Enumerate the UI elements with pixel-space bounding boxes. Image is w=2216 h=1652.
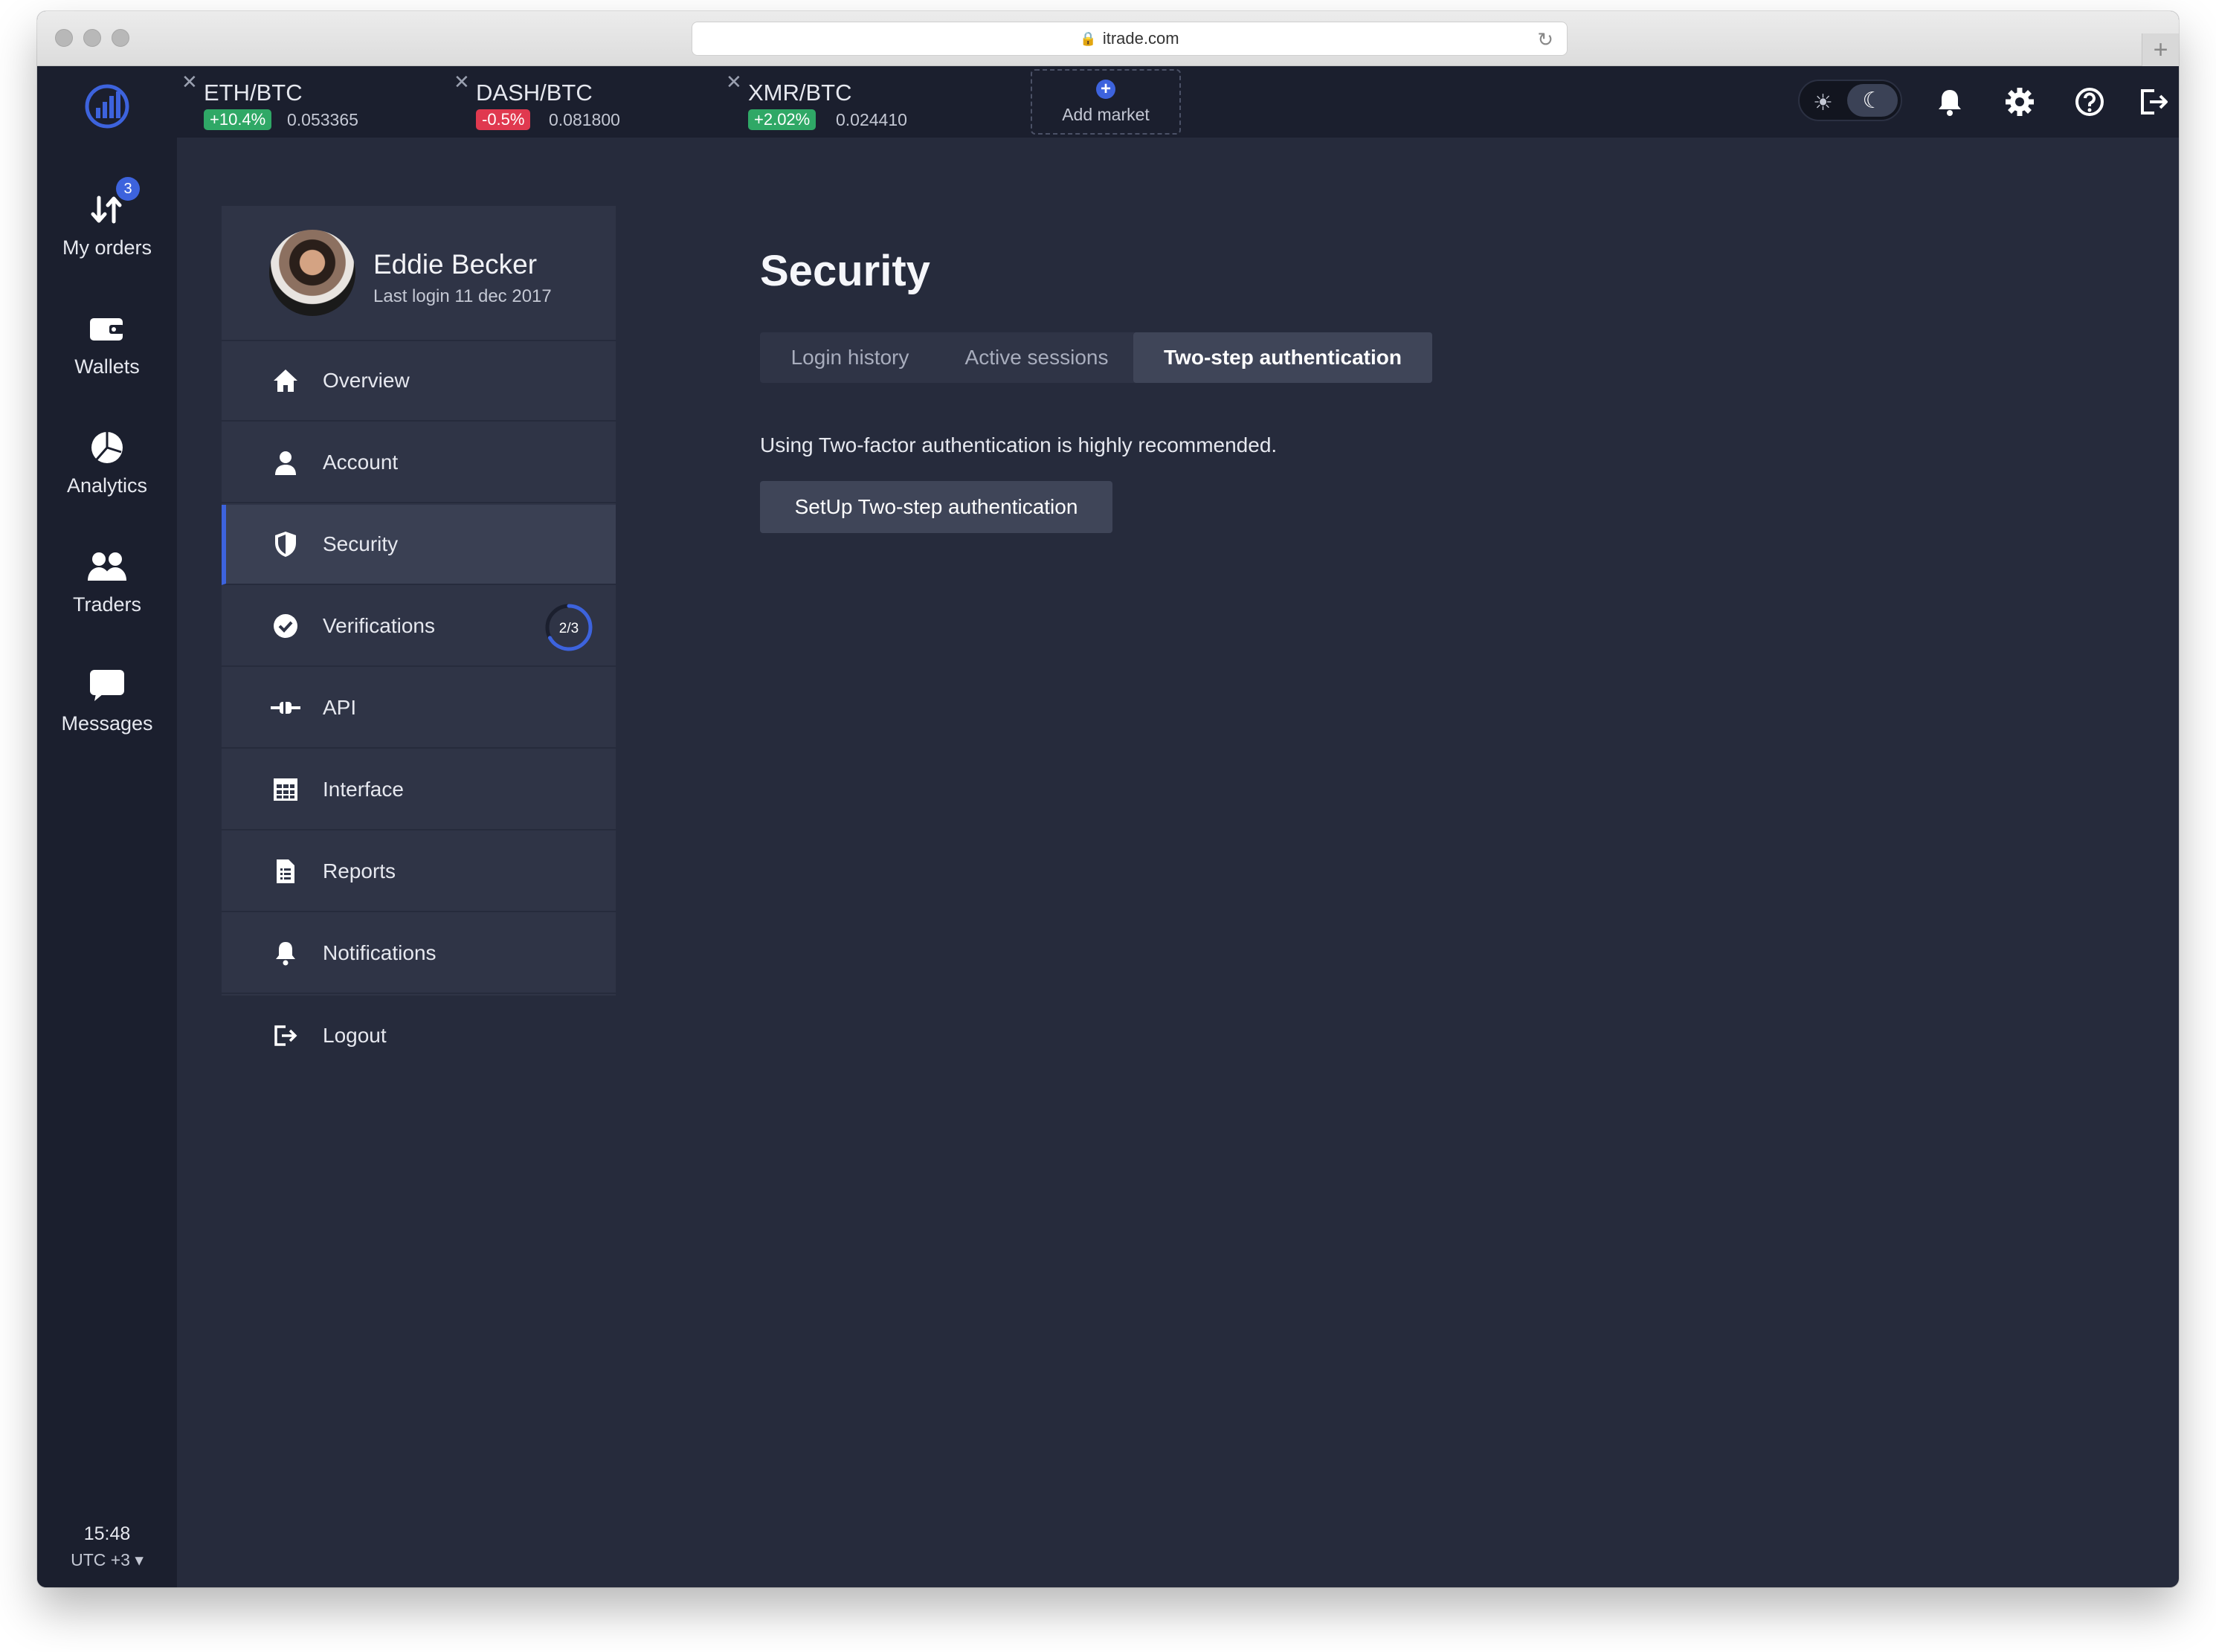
nav-label: Wallets: [74, 355, 140, 378]
reload-icon[interactable]: ↻: [1537, 28, 1553, 51]
menu-item-label: Overview: [323, 369, 410, 392]
menu-item-verifications[interactable]: Verifications 2/3: [222, 587, 616, 667]
address-bar[interactable]: 🔒 itrade.com ↻: [692, 22, 1568, 56]
market-price: 0.024410: [836, 110, 907, 129]
tab-login-history[interactable]: Login history: [760, 332, 940, 383]
menu-item-api[interactable]: API: [222, 668, 616, 749]
logout-icon[interactable]: [2137, 85, 2170, 118]
grid-icon: [271, 775, 300, 804]
logout-label: Logout: [323, 1024, 387, 1047]
settings-menu: Eddie Becker Last login 11 dec 2017 Over…: [222, 206, 616, 996]
maximize-window-button[interactable]: [112, 29, 129, 47]
app-logo[interactable]: [82, 81, 132, 132]
home-icon: [271, 366, 300, 396]
shield-icon: [271, 529, 300, 559]
help-icon[interactable]: [2073, 85, 2106, 118]
market-change-badge: -0.5%: [476, 109, 531, 130]
menu-item-overview[interactable]: Overview: [222, 341, 616, 422]
chat-bubble-icon: [86, 665, 128, 706]
app: 3 My orders Wallets Analytics Traders Me…: [37, 66, 2179, 1587]
market-pair: DASH/BTC: [476, 80, 593, 106]
info-text: Using Two-factor authentication is highl…: [760, 433, 1278, 456]
market-tab-xmr[interactable]: ✕ XMR/BTC +2.02% 0.024410: [726, 66, 999, 138]
theme-toggle[interactable]: ☀ ☾: [1798, 80, 1902, 121]
verification-progress: 2/3: [544, 603, 593, 652]
page-title: Security: [760, 247, 930, 295]
minimize-window-button[interactable]: [83, 29, 101, 47]
nav-messages[interactable]: Messages: [37, 639, 177, 735]
close-icon[interactable]: ✕: [181, 71, 198, 94]
pie-chart-icon: [86, 427, 128, 468]
market-change-badge: +2.02%: [748, 109, 816, 130]
plus-icon: +: [1096, 79, 1115, 99]
menu-item-label: Notifications: [323, 941, 437, 964]
browser-toolbar: 🔒 itrade.com ↻ +: [37, 11, 2179, 66]
add-market-label: Add market: [1062, 104, 1150, 124]
logout-icon: [271, 1021, 300, 1051]
nav-label: My orders: [62, 236, 152, 259]
menu-item-label: Reports: [323, 859, 396, 883]
users-icon: [86, 546, 128, 587]
menu-item-label: Verifications: [323, 614, 435, 637]
market-change-badge: +10.4%: [204, 109, 272, 130]
logout-button[interactable]: Logout: [222, 996, 616, 1076]
tab-active-sessions[interactable]: Active sessions: [940, 332, 1133, 383]
last-login: Last login 11 dec 2017: [373, 286, 552, 306]
lock-icon: 🔒: [1080, 30, 1097, 46]
add-market-button[interactable]: + Add market: [1031, 69, 1181, 135]
gear-icon[interactable]: [2003, 85, 2036, 118]
browser-window: 🔒 itrade.com ↻ + 3 My orders Wallets Ana…: [37, 11, 2179, 1587]
menu-item-label: API: [323, 696, 357, 719]
bell-icon[interactable]: [1933, 85, 1966, 118]
progress-text: 2/3: [559, 621, 579, 636]
wallet-icon: [86, 308, 128, 349]
nav-label: Analytics: [66, 474, 148, 497]
bell-icon: [271, 938, 300, 968]
plug-icon: [271, 693, 300, 723]
new-tab-button[interactable]: +: [2142, 33, 2179, 66]
check-badge-icon: [271, 611, 300, 641]
security-tabs: Login history Active sessions Two-step a…: [760, 332, 1432, 383]
arrows-updown-icon: 3: [86, 177, 140, 230]
profile-name: Eddie Becker: [373, 249, 538, 280]
left-nav: 3 My orders Wallets Analytics Traders Me…: [37, 66, 177, 1587]
url-text: itrade.com: [1102, 29, 1179, 48]
nav-analytics[interactable]: Analytics: [37, 401, 177, 497]
document-icon: [271, 856, 300, 886]
nav-my-orders[interactable]: 3 My orders: [37, 163, 177, 259]
menu-item-label: Account: [323, 451, 399, 474]
user-icon: [271, 448, 300, 477]
menu-item-account[interactable]: Account: [222, 423, 616, 503]
moon-icon: ☾: [1847, 84, 1898, 117]
profile-header: Eddie Becker Last login 11 dec 2017: [222, 206, 616, 341]
close-window-button[interactable]: [55, 29, 73, 47]
menu-item-security[interactable]: Security: [222, 505, 616, 585]
avatar[interactable]: [269, 230, 355, 316]
nav-label: Traders: [72, 593, 142, 616]
close-icon[interactable]: ✕: [454, 71, 470, 94]
menu-item-notifications[interactable]: Notifications: [222, 914, 616, 994]
tab-two-step-authentication[interactable]: Two-step authentication: [1133, 332, 1432, 383]
timezone-selector[interactable]: UTC +3 ▾: [37, 1550, 177, 1570]
close-icon[interactable]: ✕: [726, 71, 742, 94]
menu-item-label: Interface: [323, 778, 404, 801]
nav-wallets[interactable]: Wallets: [37, 282, 177, 378]
market-tab-dash[interactable]: ✕ DASH/BTC -0.5% 0.081800: [454, 66, 727, 138]
orders-count-badge: 3: [116, 177, 140, 201]
clock-time: 15:48: [83, 1523, 131, 1544]
nav-traders[interactable]: Traders: [37, 520, 177, 616]
nav-label: Messages: [61, 712, 153, 735]
market-price: 0.081800: [549, 110, 620, 129]
market-pair: XMR/BTC: [748, 80, 852, 106]
market-price: 0.053365: [287, 110, 358, 129]
menu-item-reports[interactable]: Reports: [222, 832, 616, 912]
sun-icon: ☀: [1813, 91, 1833, 115]
market-pair: ETH/BTC: [204, 80, 303, 106]
market-tab-eth[interactable]: ✕ ETH/BTC +10.4% 0.053365: [181, 66, 455, 138]
market-bar: ✕ ETH/BTC +10.4% 0.053365 ✕ DASH/BTC -0.…: [177, 66, 2179, 138]
menu-item-label: Security: [323, 532, 399, 555]
menu-item-interface[interactable]: Interface: [222, 750, 616, 830]
setup-two-step-button[interactable]: SetUp Two-step authentication: [760, 481, 1112, 533]
